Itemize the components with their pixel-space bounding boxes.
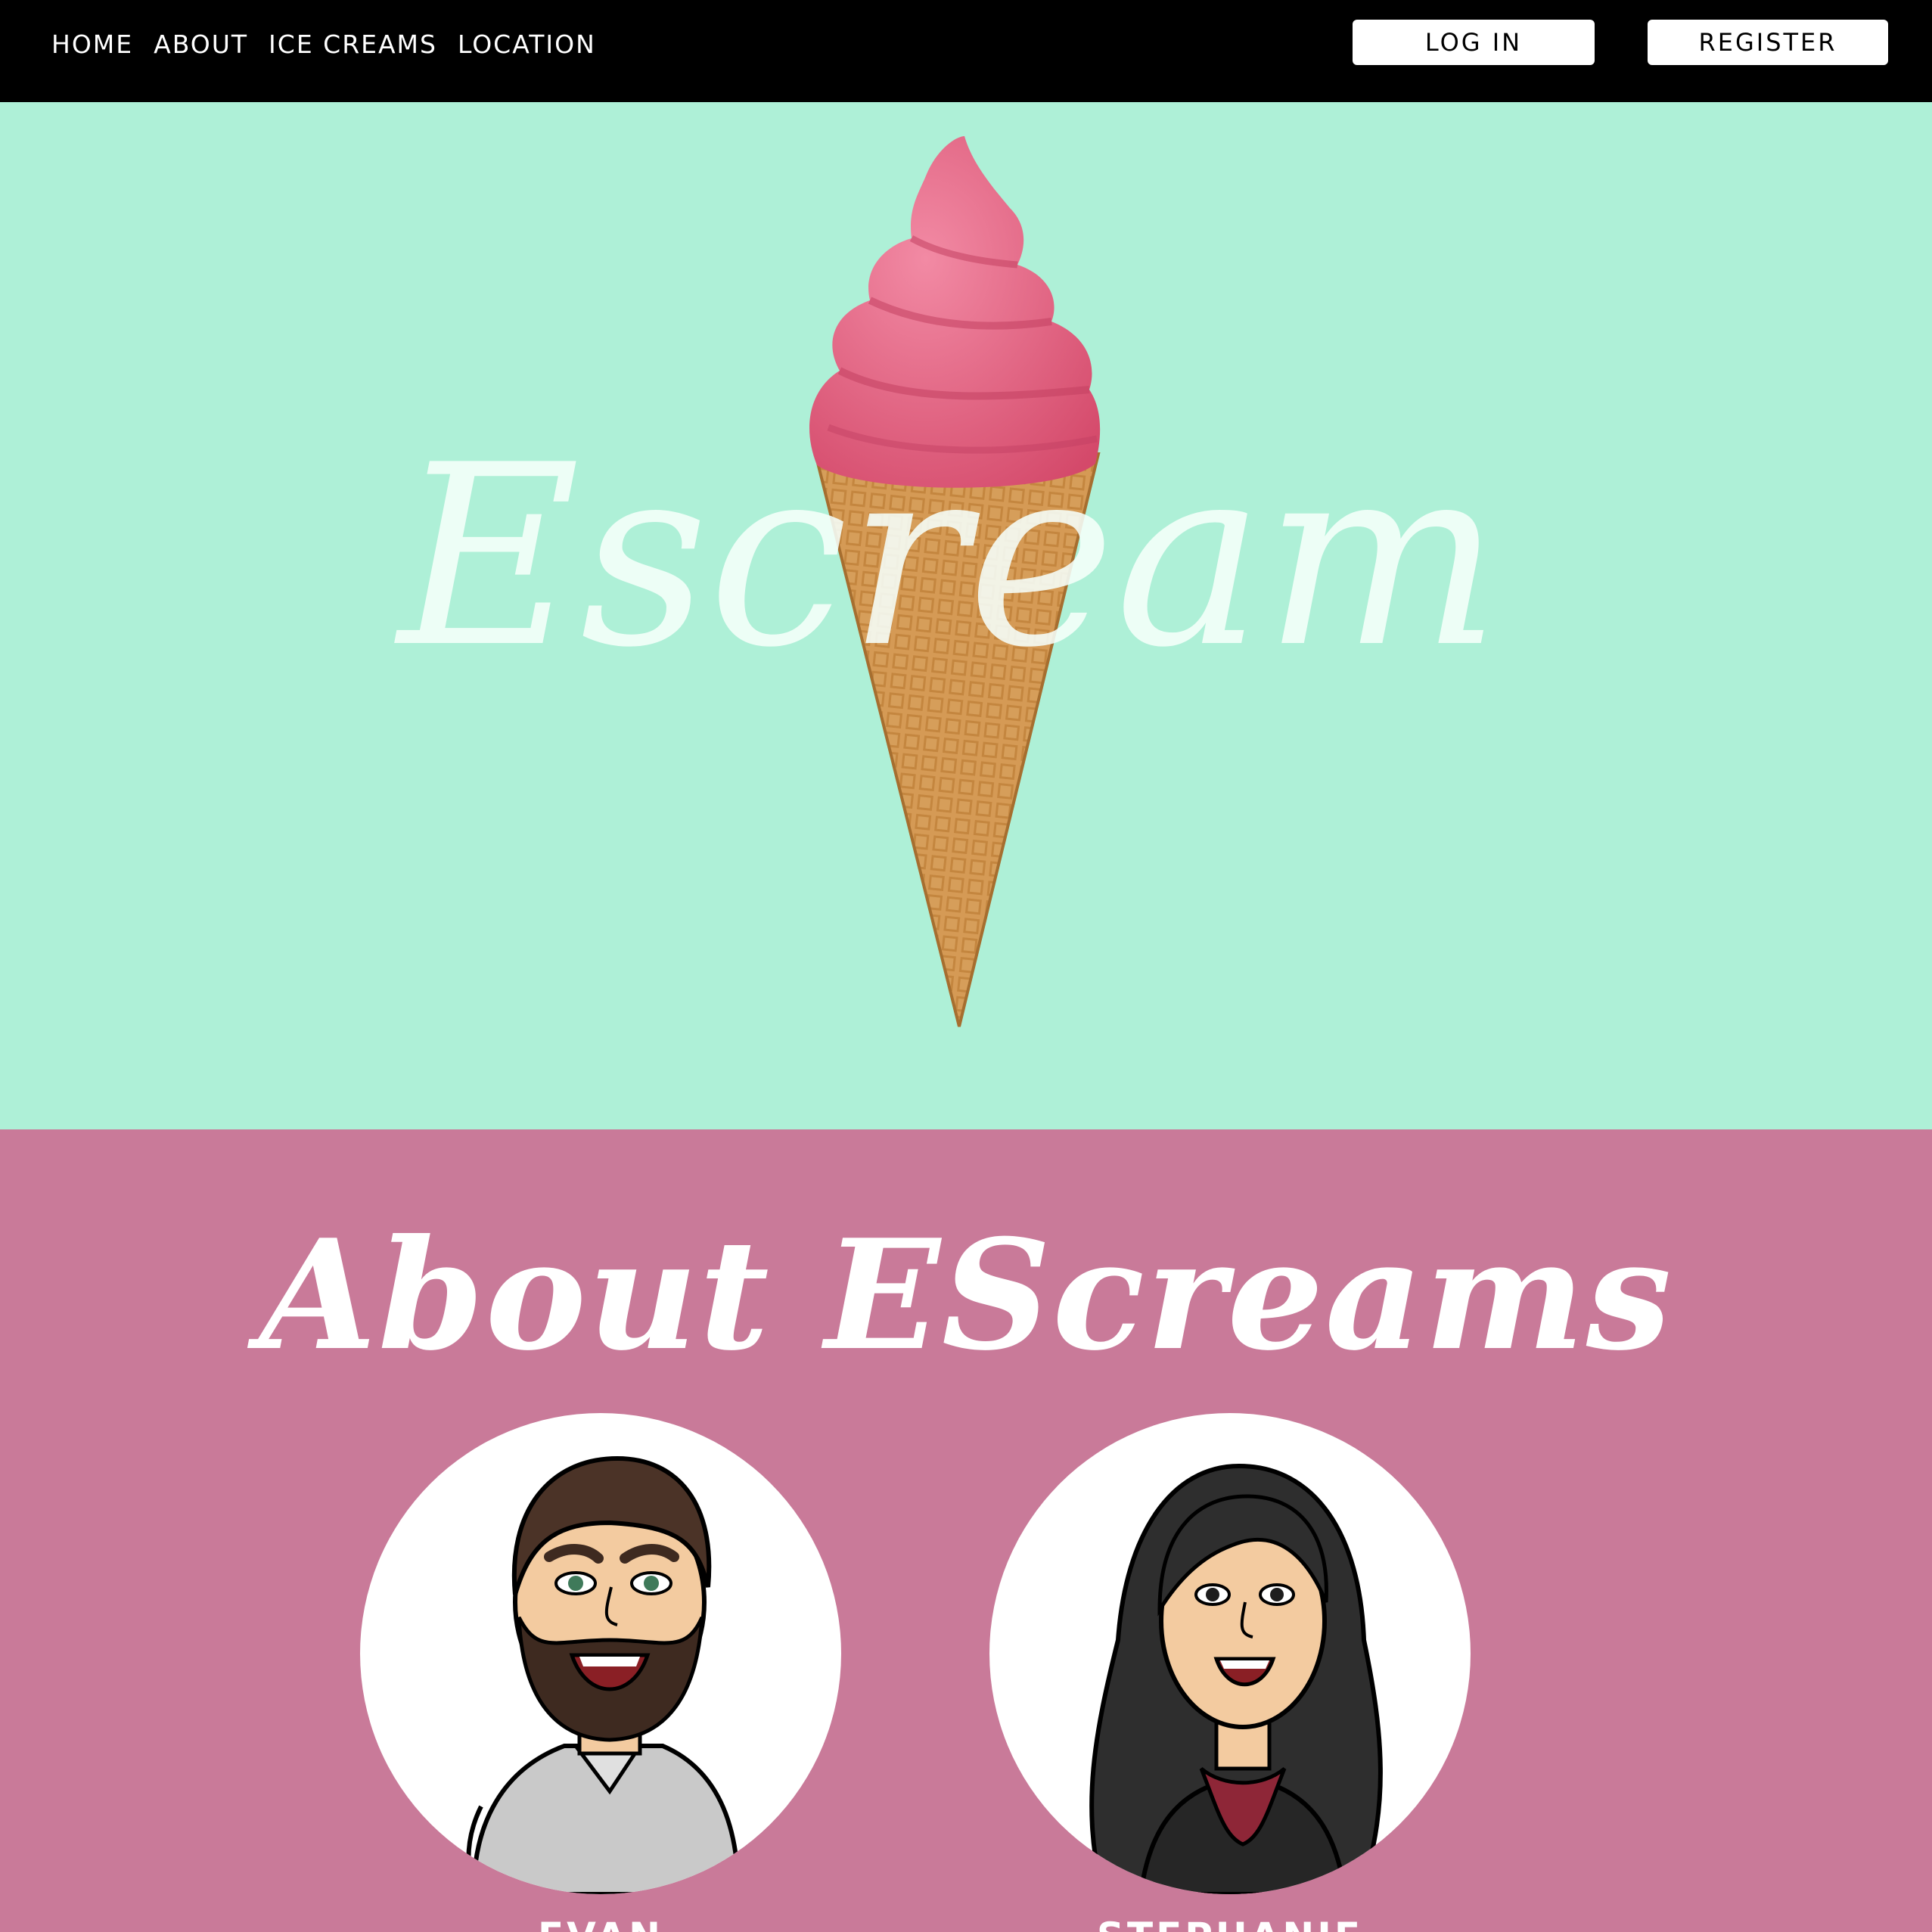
nav-link-home[interactable]: HOME [51, 30, 133, 59]
login-button[interactable]: LOG IN [1353, 20, 1595, 65]
nav-link-about[interactable]: ABOUT [154, 30, 248, 59]
male-avatar-icon [466, 1455, 741, 1894]
female-avatar-icon [1089, 1463, 1383, 1894]
hero-section: Escream [0, 102, 1932, 1129]
about-section: About EScreams [0, 1129, 1932, 1932]
register-button[interactable]: REGISTER [1648, 20, 1888, 65]
member-avatar-stephanie [989, 1413, 1471, 1894]
nav-link-ice-creams[interactable]: ICE CREAMS [269, 30, 437, 59]
hero-illustration: Escream [0, 102, 1932, 1129]
escream-logo: Escream [394, 412, 1501, 702]
navbar: HOME ABOUT ICE CREAMS LOCATION LOG IN RE… [0, 0, 1932, 102]
member-avatar-evan [360, 1413, 841, 1894]
nav-links: HOME ABOUT ICE CREAMS LOCATION [51, 23, 617, 65]
about-title: About EScreams [259, 1207, 1673, 1384]
member-name-stephanie: STEPHANIE [989, 1915, 1471, 1932]
member-name-evan: EVAN [360, 1915, 841, 1932]
nav-link-location[interactable]: LOCATION [458, 30, 596, 59]
